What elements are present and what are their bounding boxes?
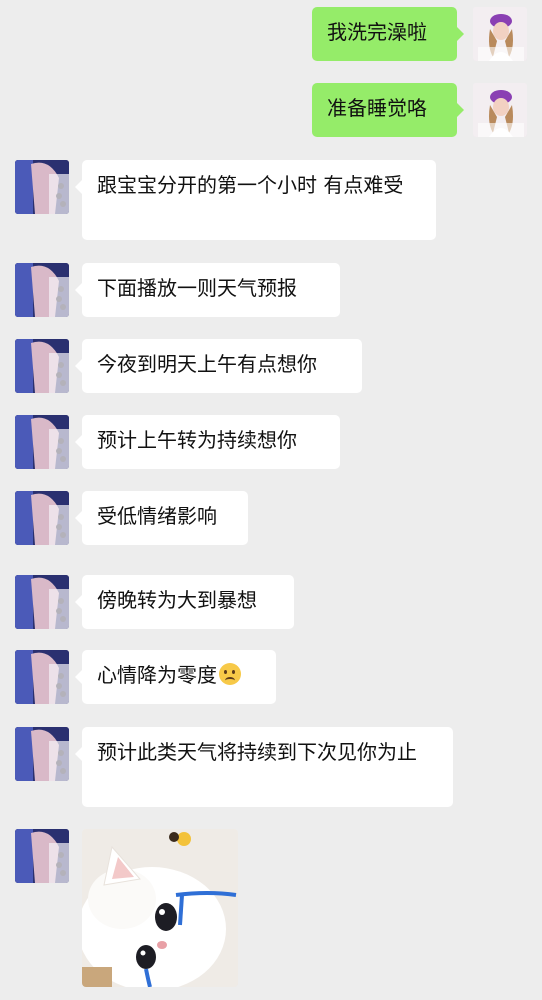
chat-view: 我洗完澡啦 准备睡觉咯 跟宝宝分开的第一个小时 有点难受 下面播放一则天气预报 …	[0, 0, 542, 1000]
contact-avatar[interactable]	[15, 415, 69, 469]
self-avatar-image	[473, 7, 527, 61]
message-text: 傍晚转为大到暴想	[97, 588, 257, 612]
cat-sticker-image	[82, 829, 238, 987]
contact-avatar[interactable]	[15, 491, 69, 545]
contact-avatar[interactable]	[15, 829, 69, 883]
contact-avatar[interactable]	[15, 575, 69, 629]
message-text: 准备睡觉咯	[327, 96, 427, 120]
message-bubble-incoming[interactable]: 预计上午转为持续想你	[75, 415, 340, 469]
contact-avatar[interactable]	[15, 339, 69, 393]
message-bubble-incoming[interactable]: 今夜到明天上午有点想你	[75, 339, 362, 393]
message-bubble-incoming[interactable]: 傍晚转为大到暴想	[75, 575, 294, 629]
message-bubble-incoming[interactable]: 跟宝宝分开的第一个小时 有点难受	[75, 160, 436, 240]
message-bubble-outgoing[interactable]: 准备睡觉咯	[312, 83, 464, 137]
contact-avatar-image	[15, 727, 69, 781]
self-avatar[interactable]	[473, 7, 527, 61]
contact-avatar-image	[15, 415, 69, 469]
self-avatar-image	[473, 83, 527, 137]
contact-avatar-image	[15, 339, 69, 393]
self-avatar[interactable]	[473, 83, 527, 137]
contact-avatar[interactable]	[15, 263, 69, 317]
contact-avatar-image	[15, 650, 69, 704]
contact-avatar-image	[15, 263, 69, 317]
message-text: 今夜到明天上午有点想你	[97, 352, 317, 376]
image-message[interactable]	[82, 829, 238, 987]
message-text: 我洗完澡啦	[327, 20, 427, 44]
message-text: 预计上午转为持续想你	[97, 428, 297, 452]
message-bubble-incoming[interactable]: 预计此类天气将持续到下次见你为止	[75, 727, 453, 807]
frowning-face-icon	[219, 663, 241, 685]
contact-avatar[interactable]	[15, 727, 69, 781]
contact-avatar[interactable]	[15, 650, 69, 704]
contact-avatar[interactable]	[15, 160, 69, 214]
message-bubble-outgoing[interactable]: 我洗完澡啦	[312, 7, 464, 61]
contact-avatar-image	[15, 160, 69, 214]
message-bubble-incoming[interactable]: 心情降为零度	[75, 650, 276, 704]
message-bubble-incoming[interactable]: 受低情绪影响	[75, 491, 248, 545]
contact-avatar-image	[15, 829, 69, 883]
message-text: 心情降为零度	[97, 663, 217, 687]
message-text: 受低情绪影响	[97, 504, 217, 528]
message-text: 下面播放一则天气预报	[97, 276, 297, 300]
message-text: 预计此类天气将持续到下次见你为止	[97, 740, 417, 764]
contact-avatar-image	[15, 575, 69, 629]
contact-avatar-image	[15, 491, 69, 545]
message-bubble-incoming[interactable]: 下面播放一则天气预报	[75, 263, 340, 317]
message-text: 跟宝宝分开的第一个小时 有点难受	[97, 173, 404, 197]
